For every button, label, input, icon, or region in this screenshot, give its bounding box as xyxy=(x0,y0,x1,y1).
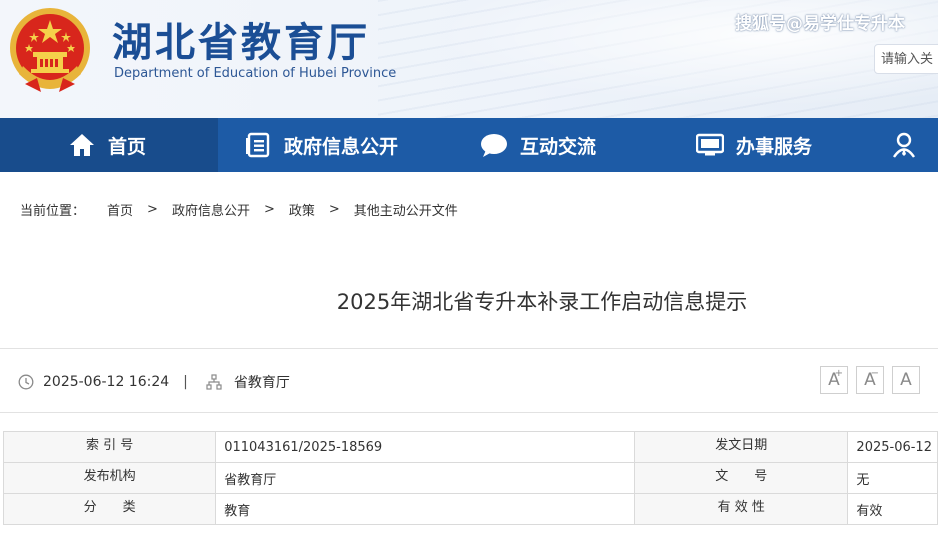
site-title: 湖北省教育厅 xyxy=(112,19,370,66)
table-value: 011043161/2025-18569 xyxy=(215,431,636,463)
chat-bubble-icon xyxy=(480,131,508,159)
home-icon xyxy=(68,131,96,159)
publisher: 省教育厅 xyxy=(233,375,290,391)
breadcrumb-separator: > xyxy=(147,202,158,217)
table-row: 索 引 号 011043161/2025-18569 发文日期 2025-06-… xyxy=(2,431,938,463)
divider xyxy=(0,348,938,349)
nav-item-home[interactable]: 首页 xyxy=(0,118,218,172)
table-key: 有 效 性 xyxy=(634,493,849,525)
table-key: 分 类 xyxy=(2,493,217,525)
monitor-icon xyxy=(696,131,724,159)
breadcrumb-home[interactable]: 首页 xyxy=(107,200,133,219)
table-value: 教育 xyxy=(215,493,636,525)
font-reset-button[interactable]: A xyxy=(892,366,920,394)
search-input[interactable] xyxy=(881,46,938,72)
organization-icon xyxy=(206,374,222,390)
table-row: 发布机构 省教育厅 文 号 无 xyxy=(2,462,938,494)
article-title: 2025年湖北省专升本补录工作启动信息提示 xyxy=(336,290,748,314)
table-row: 分 类 教育 有 效 性 有效 xyxy=(2,493,938,525)
table-key: 发文日期 xyxy=(634,431,849,463)
font-decrease-button[interactable]: A − xyxy=(856,366,884,394)
site-subtitle: Department of Education of Hubei Provinc… xyxy=(114,66,397,81)
national-emblem-logo[interactable] xyxy=(7,6,93,96)
person-icon xyxy=(890,131,918,159)
breadcrumb-policy[interactable]: 政策 xyxy=(289,200,315,219)
publish-datetime: 2025-06-12 16:24 xyxy=(43,374,170,390)
breadcrumb-other-files[interactable]: 其他主动公开文件 xyxy=(354,200,458,219)
meta-divider: | xyxy=(183,374,188,390)
table-value: 2025-06-12 xyxy=(847,431,938,463)
breadcrumb-separator: > xyxy=(263,202,275,217)
watermark-text: 搜狐号@易学仕专升本 xyxy=(735,14,905,34)
font-size-controls: A + A − A xyxy=(820,366,928,394)
table-value: 有效 xyxy=(847,493,938,525)
font-increase-button[interactable]: A + xyxy=(820,366,848,394)
document-info-table: 索 引 号 011043161/2025-18569 发文日期 2025-06-… xyxy=(2,431,938,525)
breadcrumb-label: 当前位置： xyxy=(20,204,86,219)
plus-icon: + xyxy=(834,368,843,379)
table-key: 索 引 号 xyxy=(2,431,217,463)
breadcrumb: 当前位置： 首页 > 政府信息公开 > 政策 > 其他主动公开文件 xyxy=(20,200,458,219)
nav-label: 互动交流 xyxy=(520,135,597,158)
nav-item-services[interactable]: 办事服务 xyxy=(670,118,882,172)
nav-item-partial[interactable] xyxy=(882,118,938,172)
nav-label: 政府信息公开 xyxy=(284,135,399,158)
main-nav: 首页 政府信息公开 互动交流 办事服务 xyxy=(0,118,938,172)
nav-item-gov-info[interactable]: 政府信息公开 xyxy=(218,118,454,172)
article-meta: 2025-06-12 16:24 | 省教育厅 xyxy=(18,372,290,392)
breadcrumb-separator: > xyxy=(328,202,340,217)
search-box[interactable] xyxy=(874,44,938,74)
clock-icon xyxy=(18,374,34,390)
nav-item-interaction[interactable]: 互动交流 xyxy=(454,118,670,172)
site-header: 湖北省教育厅 Department of Education of Hubei … xyxy=(0,0,938,118)
table-key: 发布机构 xyxy=(2,462,217,494)
breadcrumb-gov-info[interactable]: 政府信息公开 xyxy=(172,200,250,219)
nav-label: 办事服务 xyxy=(736,135,813,158)
table-value: 省教育厅 xyxy=(215,462,636,494)
table-key: 文 号 xyxy=(634,462,849,494)
divider xyxy=(0,412,938,413)
minus-icon: − xyxy=(870,368,879,379)
table-value: 无 xyxy=(847,462,938,494)
document-list-icon xyxy=(244,131,272,159)
nav-label: 首页 xyxy=(108,135,147,158)
